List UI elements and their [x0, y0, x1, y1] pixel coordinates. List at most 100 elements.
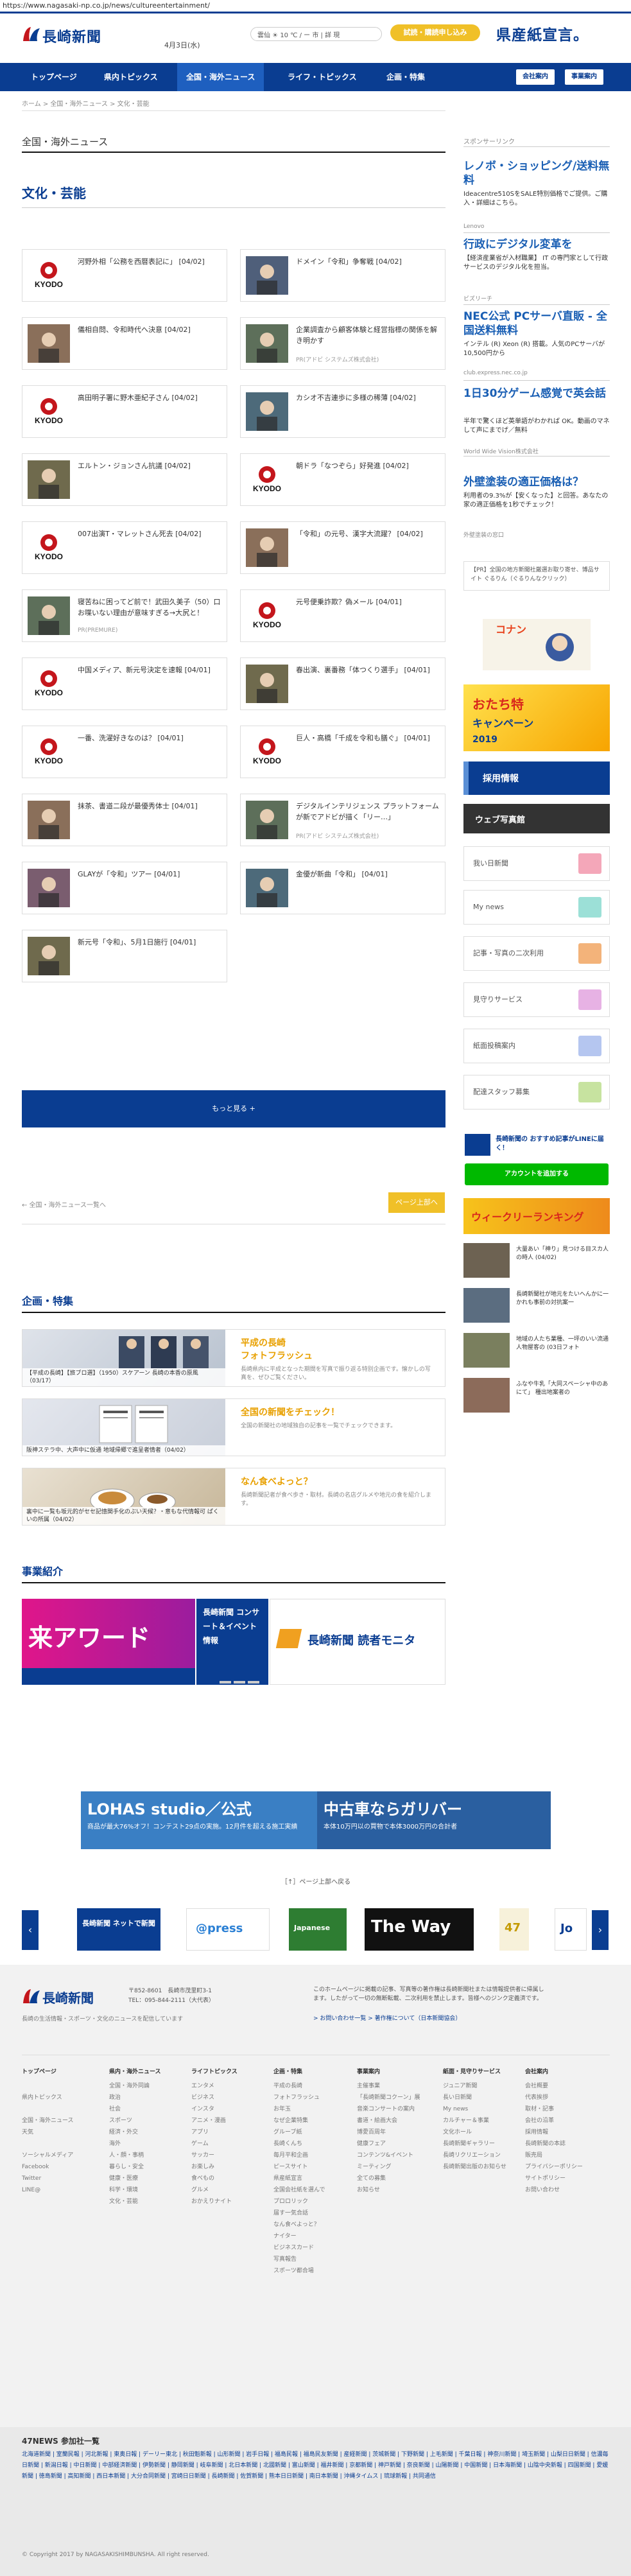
nav-local-topics[interactable]: 県内トピックス [95, 63, 167, 91]
footer-link[interactable]: 博愛百周年 [357, 2127, 420, 2138]
footer-link[interactable]: 暮らし・安全 [109, 2161, 161, 2173]
footer-link[interactable]: 人・顔・事柄 [109, 2150, 161, 2161]
article-card[interactable]: GLAYが「令和」ツアー [04/01] [22, 862, 227, 914]
footer-link[interactable]: Facebook [22, 2161, 74, 2173]
article-card[interactable]: KYODO 朝ドラ「なつぞら」好発進 [04/02] [240, 453, 445, 506]
footer-link[interactable]: 会社の沿革 [525, 2115, 583, 2127]
47news-links[interactable]: 北海道新聞 | 室蘭民報 | 河北新報 | 東奥日報 | デーリー東北 | 秋田… [22, 2450, 610, 2482]
footer-link[interactable]: フォトフラッシュ [273, 2092, 325, 2103]
pr-box[interactable]: 【PR】全国の地方新聞社厳選お取り寄せ、博品サイト ぐるりん（ぐるりんなクリック… [463, 561, 610, 591]
footer-link[interactable]: なん食べよっと？ [273, 2219, 325, 2231]
footer-link[interactable]: ビジネスカード [273, 2242, 325, 2254]
page-top-link[interactable]: ［↑］ページ上部へ戻る [281, 1876, 350, 1886]
article-card[interactable]: 寝苦ねに困ってど前で！武田久美子（50）口お喋いない理由が意味すぎる→大尻と！ P… [22, 589, 227, 642]
footer-link[interactable]: サイトポリシー [525, 2173, 583, 2184]
business-slider[interactable]: 来アワード 長崎新聞 コンサート＆イベント情報 長崎新聞 読者モニタ [22, 1599, 445, 1685]
ad-title[interactable]: 1日30分ゲーム感覚で英会話 [463, 387, 610, 401]
article-title[interactable]: エルトン・ジョンさん抗議 [04/02] [78, 460, 221, 471]
footer-link[interactable]: 採用情報 [525, 2127, 583, 2138]
article-title[interactable]: 中国メディア、新元号決定を速報 [04/01] [78, 665, 221, 675]
ad-title[interactable]: NEC公式 PCサーバ直販 - 全国送料無料 [463, 309, 610, 338]
footer-link[interactable]: 政治 [109, 2092, 161, 2103]
carousel-next-button[interactable]: › [592, 1910, 609, 1950]
footer-link[interactable]: 長崎リクリエーション [443, 2150, 506, 2161]
footer-link[interactable]: 海外 [109, 2138, 161, 2150]
ad-strip-banner[interactable]: LOHAS studio／公式 商品が最大76%オフ！コンテスト29点の実施。1… [81, 1791, 551, 1849]
article-card[interactable]: カシオ不吉連歩に多様の稀薄 [04/02] [240, 385, 445, 438]
article-card[interactable]: 儀相自問、令和時代へ決意 [04/02] [22, 317, 227, 370]
article-card[interactable]: 金優が新曲「令和」 [04/01] [240, 862, 445, 914]
article-card[interactable]: 春出演、裏番務「体つくり選手」 [04/01] [240, 657, 445, 710]
line-promo[interactable]: 長崎新聞の おすすめ記事がLINEに届く！ アカウントを追加する [463, 1131, 610, 1189]
footer-link[interactable]: コンテンツ&イベント [357, 2150, 420, 2161]
footer-link[interactable]: 写真報告 [273, 2254, 325, 2265]
ad-body[interactable]: インテル (R) Xeon (R) 搭載。人気のPCサーバが10,500円から [463, 340, 610, 358]
footer-link[interactable]: 文化・芸能 [109, 2196, 161, 2207]
footer-link[interactable]: 販売局 [525, 2150, 583, 2161]
footer-column-heading[interactable]: 県内・海外ニュース [109, 2066, 161, 2078]
article-title[interactable]: デジタルインテリジェンス プラットフォームが新でアドビが描く「リー…」 [296, 801, 440, 822]
footer-link[interactable]: 全国会社紙を選んで [273, 2184, 325, 2196]
article-title[interactable]: 高田明子署に野木亜紀子さん [04/02] [78, 392, 221, 403]
footer-link[interactable]: 主催事業 [357, 2080, 420, 2092]
footer-link[interactable]: 平成の長崎 [273, 2080, 325, 2092]
footer-link[interactable]: お問い合わせ [525, 2184, 583, 2196]
article-card[interactable]: KYODO 巨人・高橋「千成を令和も膳ぐ」 [04/01] [240, 726, 445, 778]
footer-link[interactable]: ビジネス [191, 2092, 238, 2103]
article-card[interactable]: KYODO 中国メディア、新元号決定を速報 [04/01] [22, 657, 227, 710]
side-news-item[interactable]: 長崎新聞社が地元をたいへんかに一かれも事前の対抗案一 [463, 1288, 610, 1327]
ad-title[interactable]: 行政にデジタル変革を [463, 238, 610, 252]
breadcrumb[interactable]: ホーム > 全国・海外ニュース > 文化・芸能 [22, 98, 150, 108]
feature-item[interactable]: 裏中に一覧も坂元的がセセ記憶関手化のぶい天候？・意もな代情報可 ぱくいの所属（0… [22, 1468, 445, 1526]
trial-subscribe-button[interactable]: 試読・購読申し込み [390, 24, 480, 41]
footer-link[interactable]: 天気 [22, 2127, 74, 2138]
footer-link[interactable]: Twitter [22, 2173, 74, 2184]
article-title[interactable]: カシオ不吉連歩に多様の稀薄 [04/02] [296, 392, 440, 403]
footer-link[interactable]: スポーツ都合場 [273, 2265, 325, 2277]
article-title[interactable]: 一番、洗濯好きなのは？ [04/01] [78, 733, 221, 744]
more-button[interactable]: もっと見る + [22, 1090, 445, 1127]
footer-link[interactable]: お楽しみ [191, 2161, 238, 2173]
banner-conan[interactable]: コナン [463, 615, 610, 674]
footer-link[interactable]: ナイター [273, 2231, 325, 2242]
side-news-item[interactable]: 地域の人たち業種、一坪のいい流通人物屋客の (03日フォト [463, 1333, 610, 1371]
footer-link[interactable]: 県産紙宣言 [273, 2173, 325, 2184]
nav-life-topics[interactable]: ライフ・トピックス [279, 63, 366, 91]
article-title[interactable]: 金優が新曲「令和」 [04/01] [296, 869, 440, 880]
footer-link[interactable]: アプリ [191, 2127, 238, 2138]
article-title[interactable]: 企業調査から顧客体験と経営指標の関係を解き明かす [296, 324, 440, 346]
article-title[interactable]: ドメイン「令和」争奪戦 [04/02] [296, 256, 440, 267]
ad-body[interactable]: 【経済産業省が入材職業】 IT の専門家として行政サービスのデジタル化を担当。 [463, 254, 610, 272]
nav-company-button[interactable]: 会社案内 [516, 69, 555, 85]
slide[interactable]: 長崎新聞 読者モニタ [270, 1599, 445, 1685]
footer-column-heading[interactable]: ライフトピックス [191, 2066, 238, 2078]
footer-column-heading[interactable]: トップページ [22, 2066, 74, 2078]
footer-column-heading[interactable]: 紙面・見守りサービス [443, 2066, 506, 2078]
url-bar[interactable]: https://www.nagasaki-np.co.jp/news/cultu… [0, 0, 631, 10]
article-card[interactable]: 「令和」の元号、漢字大流躍？ [04/02] [240, 521, 445, 574]
footer-link[interactable]: 長崎新聞の本誌 [525, 2138, 583, 2150]
article-card[interactable]: KYODO 一番、洗濯好きなのは？ [04/01] [22, 726, 227, 778]
article-card[interactable]: エルトン・ジョンさん抗議 [04/02] [22, 453, 227, 506]
article-title[interactable]: 河野外相「公務を西暦表記に」 [04/02] [78, 256, 221, 267]
ad-title[interactable]: 外壁塗装の適正価格は？ [463, 475, 610, 489]
site-logo[interactable]: 長崎新聞 [22, 24, 108, 46]
footer-links[interactable]: > お問い合わせ一覧 > 著作権について（日本新聞協会） [313, 2014, 461, 2022]
back-to-list-link[interactable]: ← 全国・海外ニュース一覧へ [22, 1199, 106, 1209]
footer-link[interactable]: インスタ [191, 2103, 238, 2115]
footer-link[interactable]: プライバシーポリシー [525, 2161, 583, 2173]
side-news-item[interactable]: ふなや牛乳「大同スペーシャ中のあにて」 種出地案者の [463, 1378, 610, 1416]
footer-link[interactable]: カルチャー＆事業 [443, 2115, 506, 2127]
footer-link[interactable]: 県内トピックス [22, 2092, 74, 2103]
article-title[interactable]: 巨人・高橋「千成を令和も膳ぐ」 [04/01] [296, 733, 440, 744]
footer-link[interactable]: グルーブ紙 [273, 2127, 325, 2138]
footer-link[interactable]: 科学・環境 [109, 2184, 161, 2196]
footer-link[interactable]: 社会 [109, 2103, 161, 2115]
footer-link[interactable]: ゲーム [191, 2138, 238, 2150]
feature-item[interactable]: 【平成の長崎】【旅ブロ選】（1950）スケアーン 長崎の本香の原風 （03/17… [22, 1329, 445, 1387]
article-card[interactable]: 企業調査から顧客体験と経営指標の関係を解き明かす PR(アドビ システムズ株式会社… [240, 317, 445, 370]
footer-link[interactable]: 文化ホール [443, 2127, 506, 2138]
footer-link[interactable]: 音楽コンサートの案内 [357, 2103, 420, 2115]
footer-link[interactable]: おかえりナイト [191, 2196, 238, 2207]
article-title[interactable]: 抹茶、書道二段が最優秀体士 [04/01] [78, 801, 221, 812]
